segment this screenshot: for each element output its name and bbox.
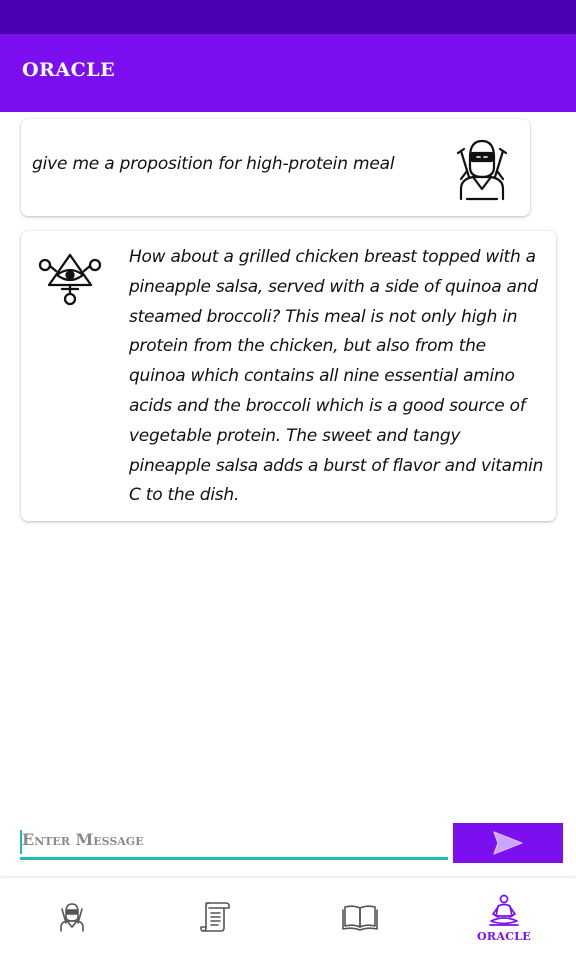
oracle-message-text: How about a grilled chicken breast toppe… bbox=[129, 247, 544, 506]
send-arrow-icon bbox=[493, 831, 523, 855]
nav-item-scroll[interactable] bbox=[144, 878, 288, 957]
composer bbox=[0, 818, 576, 868]
user-message-text: give me a proposition for high-protein m… bbox=[32, 154, 395, 174]
app-title: ORACLE bbox=[22, 59, 116, 81]
nav-item-ninja[interactable] bbox=[0, 878, 144, 957]
ninja-icon bbox=[60, 903, 84, 932]
chat-area[interactable]: give me a proposition for high-protein m… bbox=[0, 112, 576, 812]
nav-item-book[interactable] bbox=[288, 878, 432, 957]
all-seeing-eye-triangle-icon bbox=[38, 253, 102, 306]
app-bar: ORACLE bbox=[0, 34, 576, 112]
nav-item-oracle[interactable]: ORACLE bbox=[432, 878, 576, 957]
scroll-icon bbox=[200, 902, 230, 932]
meditating-oracle-icon bbox=[489, 894, 519, 926]
message-input[interactable] bbox=[20, 822, 448, 860]
status-bar bbox=[0, 0, 576, 34]
open-book-icon bbox=[342, 905, 378, 931]
ninja-avatar-icon bbox=[456, 139, 508, 201]
nav-label-oracle: ORACLE bbox=[477, 929, 531, 943]
bottom-nav: ORACLE bbox=[0, 877, 576, 957]
text-cursor bbox=[20, 830, 22, 854]
send-button[interactable] bbox=[453, 823, 563, 863]
oracle-message-card: How about a grilled chicken breast toppe… bbox=[21, 231, 556, 521]
user-message-card: give me a proposition for high-protein m… bbox=[21, 119, 530, 216]
